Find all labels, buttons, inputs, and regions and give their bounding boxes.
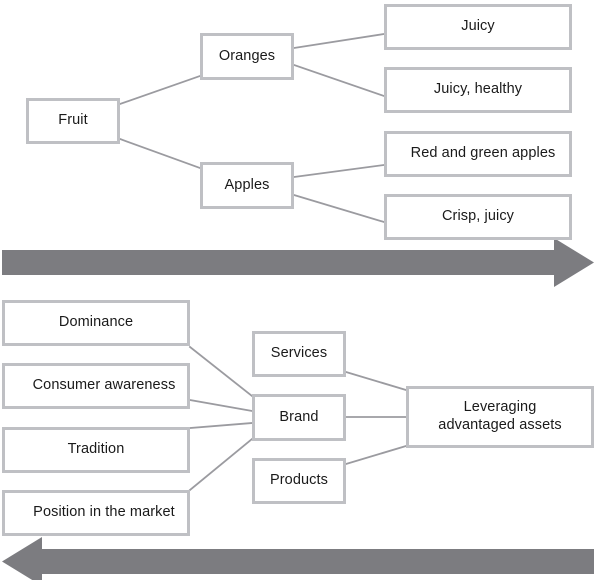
node-juicy-healthy[interactable]: Juicy, healthy xyxy=(384,67,572,113)
node-apples-label: Apples xyxy=(224,176,270,193)
concept-map-diagram: Fruit Oranges Apples Juicy Juicy, health… xyxy=(0,0,596,580)
node-oranges[interactable]: Oranges xyxy=(200,33,294,80)
node-dominance-label: Dominance xyxy=(58,314,134,331)
connector-consumer-brand xyxy=(188,398,254,413)
node-oranges-label: Oranges xyxy=(218,47,276,64)
node-brand[interactable]: Brand xyxy=(252,394,346,441)
node-leveraging-advantaged-assets[interactable]: Leveraging advantaged assets xyxy=(406,386,594,448)
connector-fruit-apples xyxy=(118,137,202,170)
node-red-and-green-apples-label: Red and green apples xyxy=(410,145,556,162)
node-apples[interactable]: Apples xyxy=(200,162,294,209)
arrow-right xyxy=(2,238,594,287)
node-position-in-the-market-label: Position in the market xyxy=(33,504,175,521)
node-red-and-green-apples[interactable]: Red and green apples xyxy=(384,131,572,177)
node-crisp-juicy-label: Crisp, juicy xyxy=(441,208,515,225)
node-tradition-label: Tradition xyxy=(67,441,125,458)
node-consumer-awareness-label: Consumer awareness xyxy=(32,377,176,394)
connector-oranges-juicy xyxy=(292,32,386,50)
node-services-label: Services xyxy=(270,345,328,362)
arrow-left xyxy=(2,537,594,580)
connector-tradition-brand xyxy=(189,422,253,429)
node-brand-label: Brand xyxy=(279,408,319,425)
node-consumer-awareness[interactable]: Consumer awareness xyxy=(2,363,190,409)
connector-dominance-brand xyxy=(188,345,254,398)
node-services[interactable]: Services xyxy=(252,331,346,377)
node-products-label: Products xyxy=(269,472,329,489)
connector-apples-red-green xyxy=(292,163,386,179)
node-fruit-label: Fruit xyxy=(58,112,88,129)
node-fruit[interactable]: Fruit xyxy=(26,98,120,144)
node-leveraging-advantaged-assets-label: Leveraging advantaged assets xyxy=(438,399,562,433)
node-juicy-healthy-label: Juicy, healthy xyxy=(433,81,523,98)
connector-fruit-oranges xyxy=(118,74,202,106)
node-crisp-juicy[interactable]: Crisp, juicy xyxy=(384,194,572,240)
connector-products-leveraging xyxy=(344,444,408,466)
node-juicy-label: Juicy xyxy=(461,18,495,35)
node-juicy[interactable]: Juicy xyxy=(384,4,572,50)
node-tradition[interactable]: Tradition xyxy=(2,427,190,473)
connector-position-brand xyxy=(188,437,254,492)
connector-apples-crisp-juicy xyxy=(292,193,386,224)
connector-services-leveraging xyxy=(344,370,408,392)
node-position-in-the-market[interactable]: Position in the market xyxy=(2,490,190,536)
node-products[interactable]: Products xyxy=(252,458,346,504)
connector-oranges-juicy-healthy xyxy=(292,63,386,98)
node-dominance[interactable]: Dominance xyxy=(2,300,190,346)
